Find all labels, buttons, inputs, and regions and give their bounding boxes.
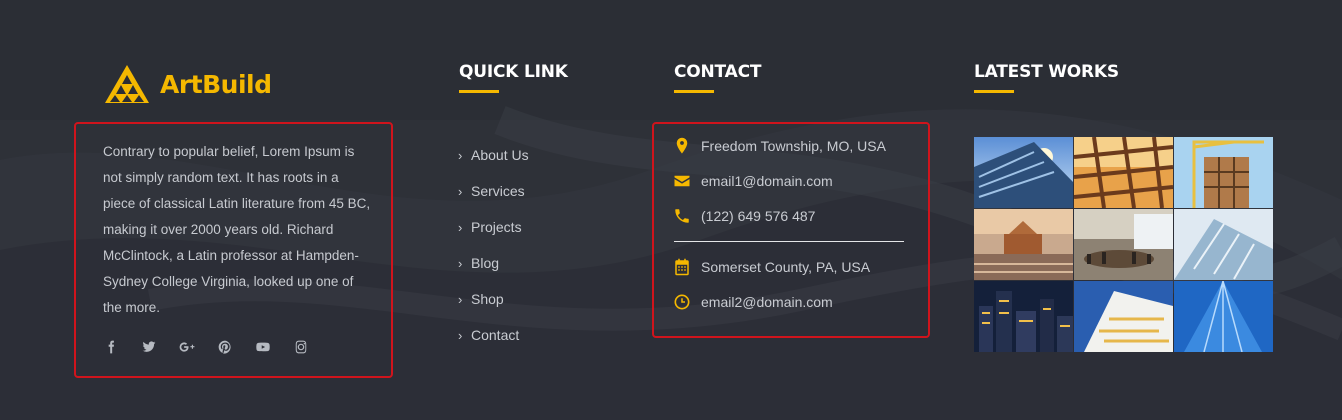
quick-link-list: › About Us › Services › Projects › Blog › Sho… (458, 137, 529, 353)
chevron-right-icon: › (458, 255, 463, 271)
chevron-right-icon: › (458, 291, 463, 307)
contact-divider (674, 241, 904, 242)
chevron-right-icon: › (458, 327, 463, 343)
latest-works-gallery (974, 137, 1273, 352)
chevron-right-icon: › (458, 183, 463, 199)
latest-works-title: LATEST WORKS (974, 62, 1119, 82)
quick-link-blog[interactable]: › Blog (458, 245, 529, 281)
city-aerial-image[interactable] (974, 209, 1073, 280)
about-text: Contrary to popular belief, Lorem Ipsum … (103, 144, 371, 315)
logo-text: ArtBuild (160, 69, 272, 99)
quick-link-about-us[interactable]: › About Us (458, 137, 529, 173)
contact-phone[interactable]: (122) 649 576 487 (673, 207, 815, 225)
facebook-icon[interactable] (103, 339, 119, 355)
contact-email-1[interactable]: email1@domain.com (673, 172, 833, 190)
quick-link-title-underline (459, 90, 499, 93)
contact-title: CONTACT (674, 62, 762, 82)
chevron-right-icon: › (458, 219, 463, 235)
clock-icon (673, 293, 701, 311)
office-building-image[interactable] (1074, 281, 1173, 352)
map-pin-icon (673, 137, 701, 155)
construction-frame-image[interactable] (1074, 137, 1173, 208)
logo[interactable]: ArtBuild (104, 64, 272, 104)
quick-link-title: QUICK LINK (459, 62, 568, 82)
youtube-icon[interactable] (255, 339, 271, 355)
calendar-icon (673, 258, 701, 276)
city-night-image[interactable] (974, 281, 1073, 352)
skyscraper-blue-image[interactable] (1174, 281, 1273, 352)
quick-link-contact[interactable]: › Contact (458, 317, 529, 353)
pinterest-icon[interactable] (217, 339, 233, 355)
envelope-icon (673, 172, 701, 190)
conference-room-image[interactable] (1074, 209, 1173, 280)
building-glass-tower-image[interactable] (974, 137, 1073, 208)
quick-link-services[interactable]: › Services (458, 173, 529, 209)
twitter-icon[interactable] (141, 339, 157, 355)
pyramid-logo-icon (105, 65, 149, 103)
contact-address-1: Freedom Township, MO, USA (673, 137, 886, 155)
contact-email-2[interactable]: email2@domain.com (673, 293, 833, 311)
latest-works-title-underline (974, 90, 1014, 93)
quick-link-projects[interactable]: › Projects (458, 209, 529, 245)
glass-facade-image[interactable] (1174, 209, 1273, 280)
social-links (103, 339, 309, 355)
quick-link-shop[interactable]: › Shop (458, 281, 529, 317)
contact-address-2: Somerset County, PA, USA (673, 258, 870, 276)
google-plus-icon[interactable] (179, 339, 195, 355)
crane-construction-image[interactable] (1174, 137, 1273, 208)
phone-icon (673, 207, 701, 225)
instagram-icon[interactable] (293, 339, 309, 355)
chevron-right-icon: › (458, 147, 463, 163)
contact-title-underline (674, 90, 714, 93)
